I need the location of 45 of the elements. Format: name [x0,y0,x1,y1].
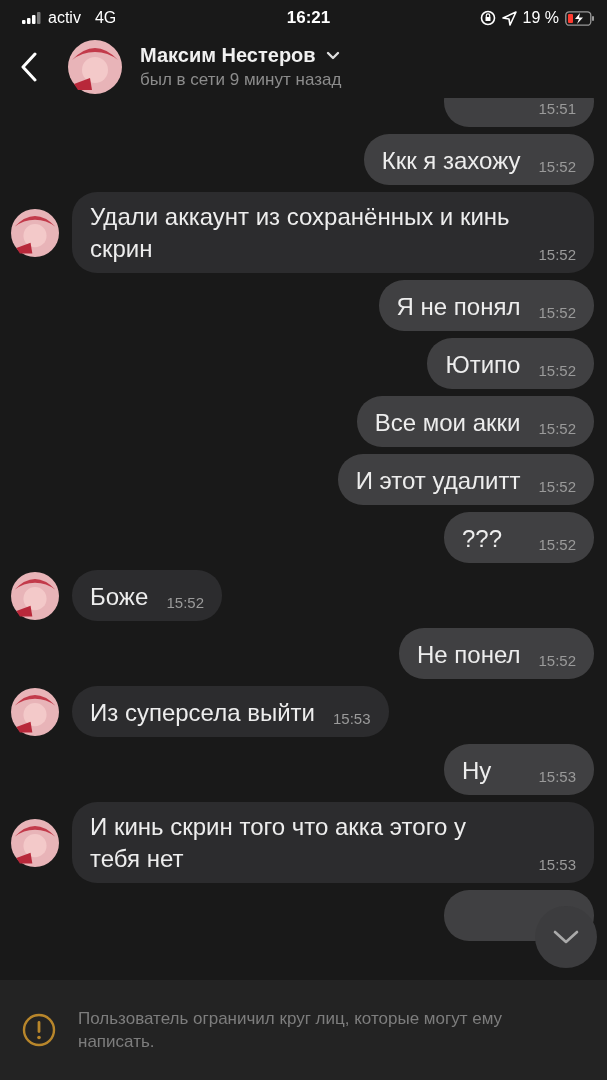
message-time: 15:52 [166,593,204,613]
message-time: 15:53 [333,709,371,729]
message-text: Из суперсела выйти [90,698,315,728]
message-text: Удали аккаунт из сохранённых и кинь скрин [90,202,511,264]
message-text: Я не понял [396,292,521,322]
message-time: 15:52 [538,361,576,381]
back-chevron-icon [21,52,37,82]
rotation-lock-icon [479,10,496,26]
contact-name[interactable]: Максим Нестеров [140,44,316,67]
message-time: 15:52 [538,535,576,555]
message-time: 15:52 [538,651,576,671]
avatar [11,571,59,620]
avatar [11,208,59,257]
carrier-name: activ [48,9,81,27]
message-text: Ютипо [445,350,521,380]
message-text: Боже [90,582,149,612]
message-text: И этот удалитт [355,466,521,496]
message-text: Ну [462,756,492,786]
chevron-down-icon [552,929,580,945]
message-time: 15:52 [538,419,576,439]
message-time: 15:52 [538,303,576,323]
chevron-down-icon[interactable] [325,51,340,60]
message-time: 15:52 [538,245,576,265]
network-type: 4G [94,9,117,27]
message-text: Все мои акки [374,408,521,438]
battery-charging-icon [565,10,595,26]
message-time: 15:51 [538,99,576,119]
avatar [11,687,59,736]
restriction-notice: Пользователь ограничил круг лиц, которые могут ему написать. [78,1008,503,1053]
message-time: 15:52 [538,157,576,177]
avatar [11,818,59,867]
last-seen-status: был в сети 9 минут назад [140,70,342,90]
clock-time: 16:21 [286,8,331,28]
battery-percent: 19 % [522,9,559,27]
location-arrow-icon [501,10,517,26]
message-time: 15:53 [538,767,576,787]
message-text: Не понел [416,640,521,670]
message-text: ??? [462,524,503,554]
message-time: 15:53 [538,855,576,875]
message-time: 15:52 [538,477,576,497]
message-text: И кинь скрин того что акка этого у тебя нет [90,812,467,874]
warning-icon [22,1013,56,1047]
signal-icon [22,12,42,24]
message-text: Ккк я захожу [381,146,521,176]
avatar [68,40,122,94]
